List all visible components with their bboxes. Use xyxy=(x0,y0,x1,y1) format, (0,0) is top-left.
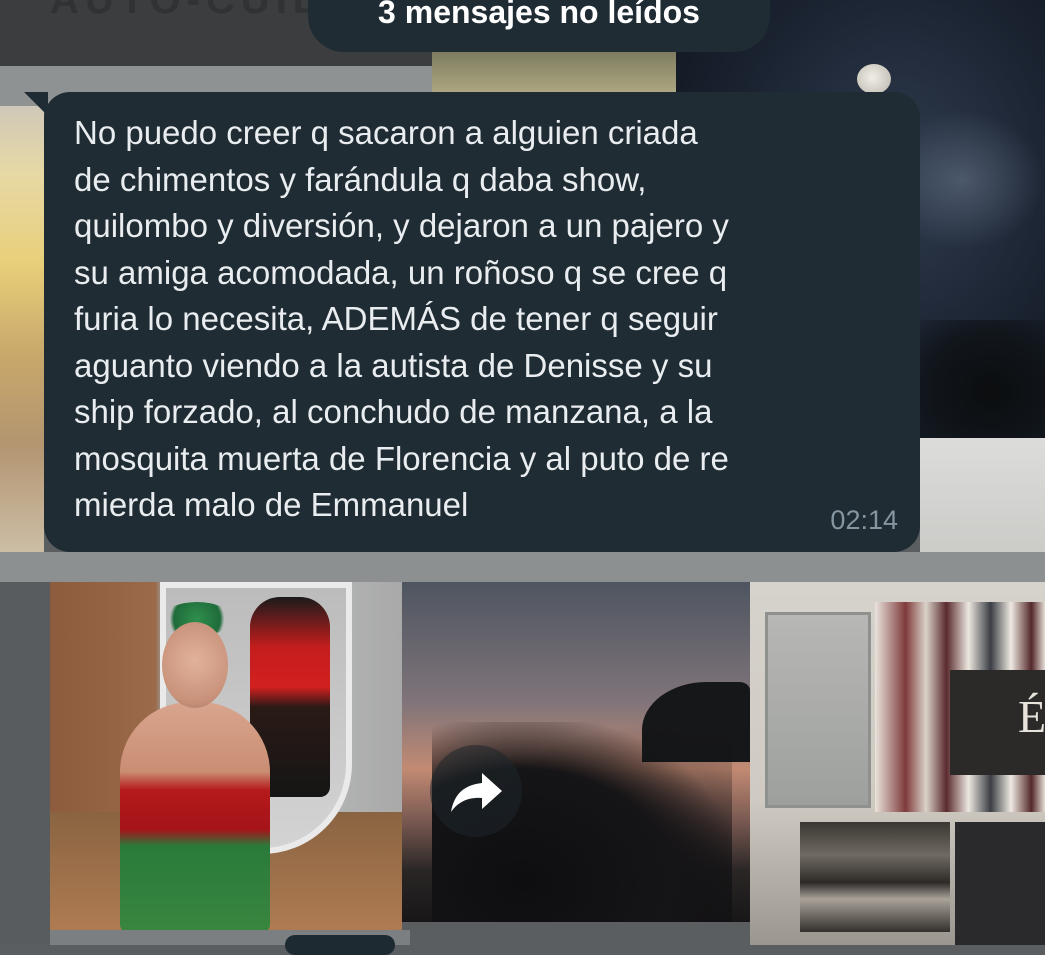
photo-main-person xyxy=(120,702,270,934)
photo-sign-letter: É xyxy=(1018,691,1045,742)
closet-photo: É xyxy=(750,582,1045,945)
incoming-message-bubble[interactable]: No puedo creer q sacaron a alguien criad… xyxy=(44,92,920,552)
moon-image xyxy=(857,64,891,94)
photo-person-head xyxy=(162,622,228,708)
wallpaper-divider xyxy=(0,552,1045,582)
unread-messages-banner: 3 mensajes no leídos xyxy=(308,0,770,52)
wallpaper-tree xyxy=(910,320,1045,440)
wallpaper-food-photo xyxy=(0,106,44,556)
wallpaper-left-panel xyxy=(0,582,50,945)
bottom-floating-pill[interactable] xyxy=(285,935,395,955)
message-text: No puedo creer q sacaron a alguien criad… xyxy=(74,114,729,523)
christmas-photo xyxy=(50,582,402,934)
unread-messages-label: 3 mensajes no leídos xyxy=(378,0,700,30)
photo-drawer xyxy=(955,822,1045,945)
photo-shelf xyxy=(765,612,871,808)
forward-icon xyxy=(448,769,504,813)
message-timestamp: 02:14 xyxy=(830,505,898,535)
photo-shoe-rack xyxy=(800,822,950,932)
forward-button[interactable] xyxy=(430,745,522,837)
